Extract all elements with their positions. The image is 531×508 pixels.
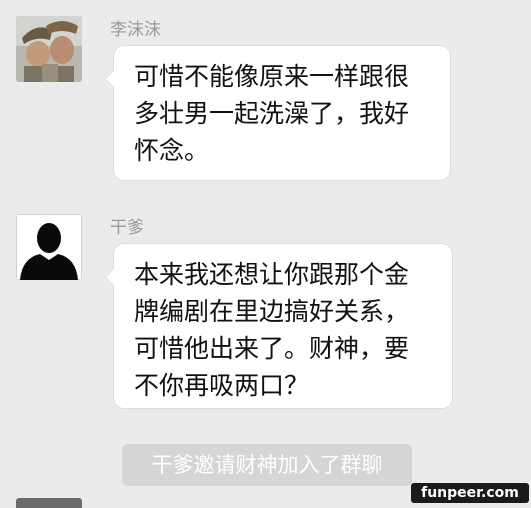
message-line: 不你再吸两口？ [134, 371, 310, 400]
default-silhouette-avatar-icon [16, 214, 82, 280]
message-line: 本来我还想让你跟那个金 [134, 260, 410, 289]
message-line: 牌编剧在里边搞好关系， [134, 297, 410, 326]
message-line: 多壮男一起洗澡了，我好 [134, 99, 410, 128]
watermark: funpeer.com [411, 483, 529, 503]
message-bubble[interactable]: 本来我还想让你跟那个金 牌编剧在里边搞好关系， 可惜他出来了。财神，要 不你再吸… [105, 244, 452, 408]
next-avatar-partial[interactable] [16, 498, 82, 508]
sender-name: 干爹 [110, 218, 144, 238]
message-bubble[interactable]: 可惜不能像原来一样跟很 多壮男一起洗澡了，我好 怀念。 [105, 46, 450, 180]
message-line: 可惜他出来了。财神，要 [134, 334, 410, 363]
avatar-gandie[interactable] [16, 214, 82, 280]
avatar-limomo[interactable] [16, 16, 82, 82]
system-notice: 干爹邀请财神加入了群聊 [122, 444, 412, 486]
message-line: 可惜不能像原来一样跟很 [134, 62, 410, 91]
message-line: 怀念。 [134, 136, 210, 165]
photo-avatar-icon [16, 16, 82, 82]
sender-name: 李沫沫 [110, 20, 161, 40]
